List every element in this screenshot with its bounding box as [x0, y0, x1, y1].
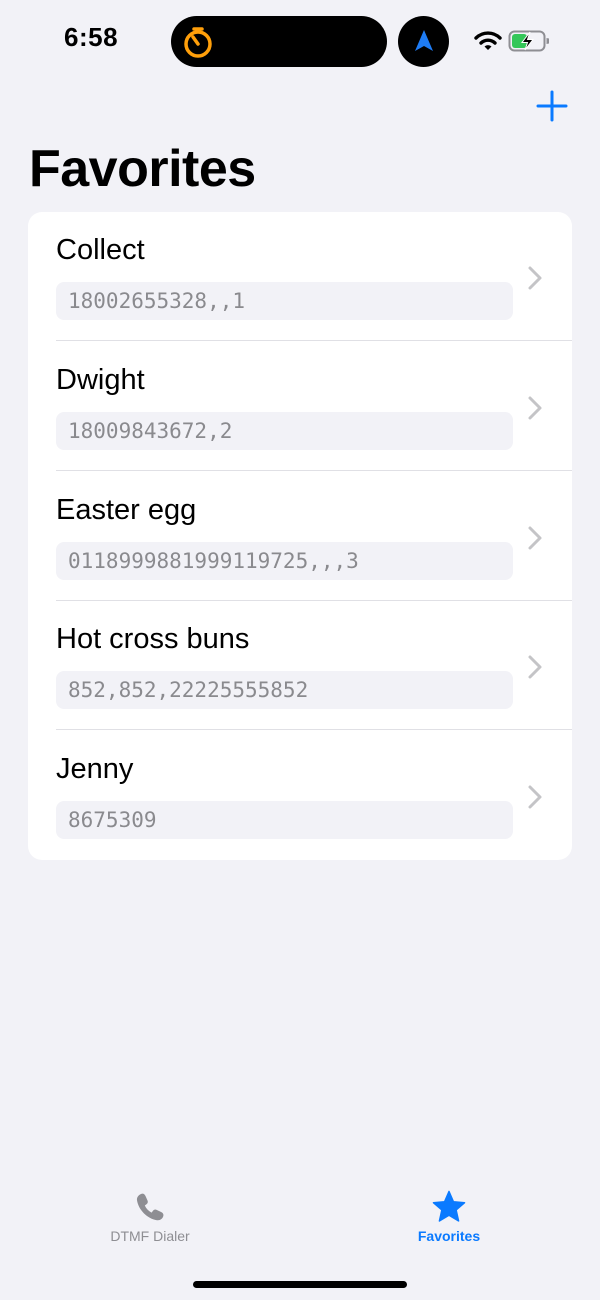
plus-icon	[536, 90, 568, 122]
favorite-row-hot-cross-buns[interactable]: Hot cross buns 852,852,22225555852	[28, 601, 572, 730]
wifi-icon	[474, 31, 502, 50]
favorite-number: 0118999881999119725,,,3	[56, 542, 513, 580]
location-arrow-icon	[415, 30, 433, 51]
favorite-row-easter-egg[interactable]: Easter egg 0118999881999119725,,,3	[28, 472, 572, 601]
favorite-row-collect[interactable]: Collect 18002655328,,1	[28, 212, 572, 341]
favorite-name: Dwight	[56, 364, 145, 396]
chevron-right-icon	[528, 655, 542, 679]
favorite-row-dwight[interactable]: Dwight 18009843672,2	[28, 342, 572, 471]
tab-dtmf-dialer[interactable]: DTMF Dialer	[75, 1190, 225, 1254]
favorite-name: Easter egg	[56, 494, 197, 526]
home-indicator[interactable]	[193, 1281, 407, 1288]
tab-favorites[interactable]: Favorites	[374, 1190, 524, 1254]
favorite-name: Jenny	[56, 753, 134, 785]
timer-icon	[184, 27, 212, 58]
favorite-row-jenny[interactable]: Jenny 8675309	[28, 731, 572, 860]
chevron-right-icon	[528, 526, 542, 550]
star-icon	[432, 1190, 466, 1222]
page-title: Favorites	[29, 140, 256, 198]
phone-icon	[136, 1193, 164, 1221]
row-divider	[56, 729, 572, 730]
battery-charging-icon	[508, 30, 549, 52]
chevron-right-icon	[528, 396, 542, 420]
favorite-number: 852,852,22225555852	[56, 671, 513, 709]
chevron-right-icon	[528, 785, 542, 809]
location-indicator[interactable]	[398, 16, 449, 67]
favorites-list: Collect 18002655328,,1 Dwight 1800984367…	[28, 212, 572, 860]
favorite-name: Hot cross buns	[56, 623, 250, 655]
add-button[interactable]	[534, 88, 570, 124]
favorite-number: 18009843672,2	[56, 412, 513, 450]
favorite-number: 8675309	[56, 801, 513, 839]
chevron-right-icon	[528, 266, 542, 290]
favorite-name: Collect	[56, 234, 145, 266]
row-divider	[56, 340, 572, 341]
dynamic-island[interactable]	[171, 16, 387, 67]
tab-label: DTMF Dialer	[110, 1228, 190, 1244]
row-divider	[56, 470, 572, 471]
tab-label: Favorites	[417, 1228, 481, 1244]
status-time: 6:58	[64, 22, 119, 52]
favorite-number: 18002655328,,1	[56, 282, 513, 320]
